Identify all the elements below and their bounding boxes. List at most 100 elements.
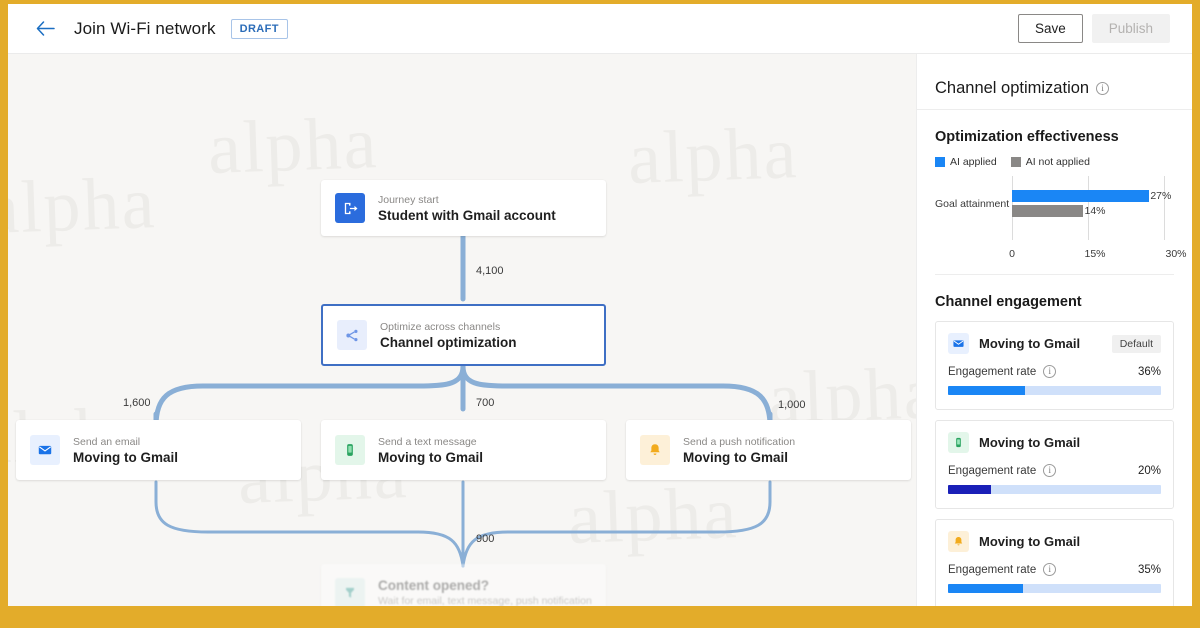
chart-plot-area: 27% 14% [1012,176,1171,240]
journey-node-title: Channel optimization [380,334,517,350]
optimization-effectiveness-title: Optimization effectiveness [935,129,1119,145]
status-badge: DRAFT [230,18,288,39]
journey-node-subtitle: Journey start [378,193,439,206]
journey-node-text: Optimize across channels Channel optimiz… [380,320,517,351]
info-icon[interactable]: i [1043,563,1057,576]
legend-item-ai-not-applied: AI not applied [1010,156,1090,168]
bar-value-ai-not-applied: 14% [1084,205,1106,217]
card-channel-name: Moving to Gmail [979,336,1081,351]
journey-node-send-push-notification[interactable]: Send a push notification Moving to Gmail [626,420,911,480]
card-channel-name: Moving to Gmail [979,435,1081,450]
x-axis-tick: 30% [1165,248,1187,260]
edge-label-to-text: 700 [476,397,495,409]
engagement-rate-fill [948,584,1023,593]
engagement-rate-label: Engagement rate [948,365,1037,378]
info-icon[interactable]: i [1043,464,1057,477]
engagement-rate-bar [948,485,1161,494]
legend-swatch-icon [935,157,945,167]
legend-item-ai-applied: AI applied [935,156,997,168]
journey-node-text: Content opened? Wait for email, text mes… [378,577,592,606]
journey-node-title: Moving to Gmail [73,449,179,465]
save-button[interactable]: Save [1017,14,1083,43]
bar-value-ai-applied: 27% [1150,190,1172,202]
edge-label-to-push: 1,000 [778,399,806,411]
edge-label-start-to-optimization: 4,100 [476,265,504,277]
email-icon [948,333,969,354]
card-rate-row: Engagement rate i 35% [948,563,1161,576]
body-split: alpha alpha alpha alpha alpha alpha alph… [8,54,1192,606]
card-header: Moving to Gmail [948,531,1161,552]
journey-node-text: Send a push notification Moving to Gmail [683,435,795,466]
details-panel: Channel optimization i Optimization effe… [916,54,1192,606]
journey-node-text: Send an email Moving to Gmail [73,435,178,466]
journey-canvas[interactable]: alpha alpha alpha alpha alpha alpha alph… [8,54,916,606]
panel-header: Channel optimization i [917,68,1192,110]
bar-ai-not-applied [1012,205,1083,217]
journey-node-subtitle: Send a push notification [683,435,796,448]
panel-scroll-area[interactable]: Optimization effectiveness AI applied AI… [917,110,1192,606]
journey-node-title: Content opened? [378,578,489,593]
engagement-rate-bar [948,386,1161,395]
legend-label: AI not applied [1025,156,1090,168]
channel-optimization-icon [337,320,367,350]
panel-title: Channel optimization [935,79,1090,97]
engagement-rate-label: Engagement rate [948,563,1037,576]
engagement-rate-label: Engagement rate [948,464,1037,477]
engagement-rate-bar [948,584,1161,593]
wait-branch-icon [335,577,365,606]
journey-node-subtitle: Send a text message [378,435,477,448]
info-icon[interactable]: i [1043,365,1057,378]
divider [935,274,1174,275]
gridline [1164,176,1165,240]
edge-label-to-email: 1,600 [123,397,151,409]
bar-ai-applied [1012,190,1149,202]
push-notification-icon [640,435,670,465]
channel-engagement-title: Channel engagement [935,294,1082,310]
engagement-rate-fill [948,485,991,494]
info-icon[interactable]: i [1096,82,1110,95]
journey-node-subtitle: Optimize across channels [380,320,501,333]
text-message-icon [948,432,969,453]
text-message-icon [335,435,365,465]
legend-label: AI applied [950,156,997,168]
journey-node-send-text-message[interactable]: Send a text message Moving to Gmail [321,420,606,480]
optimization-effectiveness-chart: Goal attainment 27% 14% 0 15% 30% [935,176,1187,266]
back-arrow-icon[interactable] [32,16,58,42]
card-header: Moving to Gmail Default [948,333,1161,354]
journey-node-subtitle: Wait for email, text message, push notif… [378,595,592,606]
x-axis-tick: 15% [1084,248,1106,260]
journey-node-send-email[interactable]: Send an email Moving to Gmail [16,420,301,480]
journey-node-title: Moving to Gmail [378,449,484,465]
journey-node-content-opened[interactable]: Content opened? Wait for email, text mes… [321,564,606,606]
default-badge: Default [1111,334,1161,353]
engagement-rate-fill [948,386,1025,395]
x-axis-tick: 0 [1009,248,1015,260]
engagement-rate-value: 20% [1137,464,1161,477]
engagement-rate-value: 36% [1137,365,1161,378]
edge-label-to-content-opened: 900 [476,533,495,545]
push-notification-icon [948,531,969,552]
card-channel-name: Moving to Gmail [979,534,1081,549]
card-rate-row: Engagement rate i 36% [948,365,1161,378]
journey-node-text: Send a text message Moving to Gmail [378,435,483,466]
legend-swatch-icon [1010,157,1021,167]
journey-start-icon [335,193,365,223]
publish-button: Publish [1091,14,1170,43]
channel-engagement-card-push-notification[interactable]: Moving to Gmail Engagement rate i 35% [935,519,1174,606]
journey-node-title: Student with Gmail account [378,207,556,223]
engagement-rate-value: 35% [1137,563,1161,576]
card-header: Moving to Gmail [948,432,1161,453]
journey-node-title: Moving to Gmail [683,449,789,465]
journey-node-text: Journey start Student with Gmail account [378,193,556,224]
app-window: Join Wi-Fi network DRAFT Save Publish al… [8,4,1192,606]
card-rate-row: Engagement rate i 20% [948,464,1161,477]
channel-engagement-card-text-message[interactable]: Moving to Gmail Engagement rate i 20% [935,420,1174,509]
email-icon [30,435,60,465]
top-bar: Join Wi-Fi network DRAFT Save Publish [8,4,1192,54]
page-title: Join Wi-Fi network [74,18,216,38]
channel-engagement-card-email[interactable]: Moving to Gmail Default Engagement rate … [935,321,1174,410]
journey-node-channel-optimization[interactable]: Optimize across channels Channel optimiz… [321,304,606,366]
journey-node-journey-start[interactable]: Journey start Student with Gmail account [321,180,606,236]
journey-node-subtitle: Send an email [73,435,141,448]
chart-category-label: Goal attainment [935,198,1010,210]
